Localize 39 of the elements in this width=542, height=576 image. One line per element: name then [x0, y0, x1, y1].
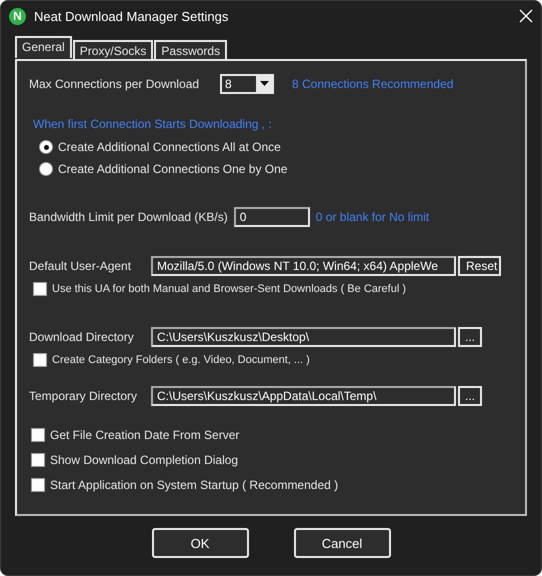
- checkbox[interactable]: [33, 353, 47, 367]
- temporary-directory-field[interactable]: C:\Users\Kuszkusz\AppData\Local\Temp\: [151, 386, 456, 406]
- tab[interactable]: General: [15, 36, 72, 58]
- recommendation-hint: 8 Connections Recommended: [292, 77, 454, 91]
- dialog-button[interactable]: OK: [152, 528, 248, 558]
- close-icon[interactable]: [519, 9, 533, 23]
- checkbox-label: Use this UA for both Manual and Browser-Sent Downloads ( Be Careful ): [52, 283, 406, 295]
- section-heading: When first Connection Starts Downloading , :: [33, 117, 273, 131]
- tab[interactable]: Passwords: [154, 40, 228, 59]
- temporary-directory-label: Temporary Directory: [29, 389, 138, 403]
- max-connections-label: Max Connections per Download: [29, 77, 200, 91]
- window-title: Neat Download Manager Settings: [34, 8, 230, 24]
- app-logo: N: [9, 8, 26, 24]
- checkbox[interactable]: [33, 282, 47, 296]
- checkbox[interactable]: [31, 453, 45, 467]
- checkbox-label: Create Category Folders ( e.g. Video, Document, ... ): [52, 354, 310, 366]
- radio-label: Create Additional Connections One by One: [58, 162, 288, 176]
- caret-icon: [260, 81, 268, 87]
- radio-button[interactable]: [39, 162, 53, 176]
- dialog-button[interactable]: Cancel: [294, 528, 390, 558]
- bandwidth-field[interactable]: 0: [234, 207, 310, 227]
- download-directory-field[interactable]: C:\Users\Kuszkusz\Desktop\: [151, 327, 456, 347]
- radio-label: Create Additional Connections All at Once: [58, 140, 281, 154]
- checkbox[interactable]: [31, 428, 45, 442]
- browse-button[interactable]: ...: [458, 327, 482, 347]
- browse-button[interactable]: ...: [458, 386, 482, 406]
- checkbox-label: Start Application on System Startup ( Recommended ): [50, 478, 338, 492]
- radio-button[interactable]: [39, 140, 53, 154]
- checkbox[interactable]: [31, 478, 45, 492]
- tab[interactable]: Proxy/Socks: [72, 40, 154, 59]
- download-directory-label: Download Directory: [29, 330, 135, 344]
- connections-dropdown[interactable]: 8: [220, 74, 274, 94]
- user-agent-label: Default User-Agent: [29, 259, 132, 273]
- checkbox-label: Get File Creation Date From Server: [50, 428, 240, 442]
- bandwidth-hint: 0 or blank for No limit: [316, 210, 430, 224]
- reset-button[interactable]: Reset: [458, 256, 501, 276]
- bandwidth-label: Bandwidth Limit per Download (KB/s): [29, 210, 228, 224]
- checkbox-label: Show Download Completion Dialog: [50, 453, 238, 467]
- user-agent-field[interactable]: Mozilla/5.0 (Windows NT 10.0; Win64; x64) AppleWe: [151, 256, 456, 276]
